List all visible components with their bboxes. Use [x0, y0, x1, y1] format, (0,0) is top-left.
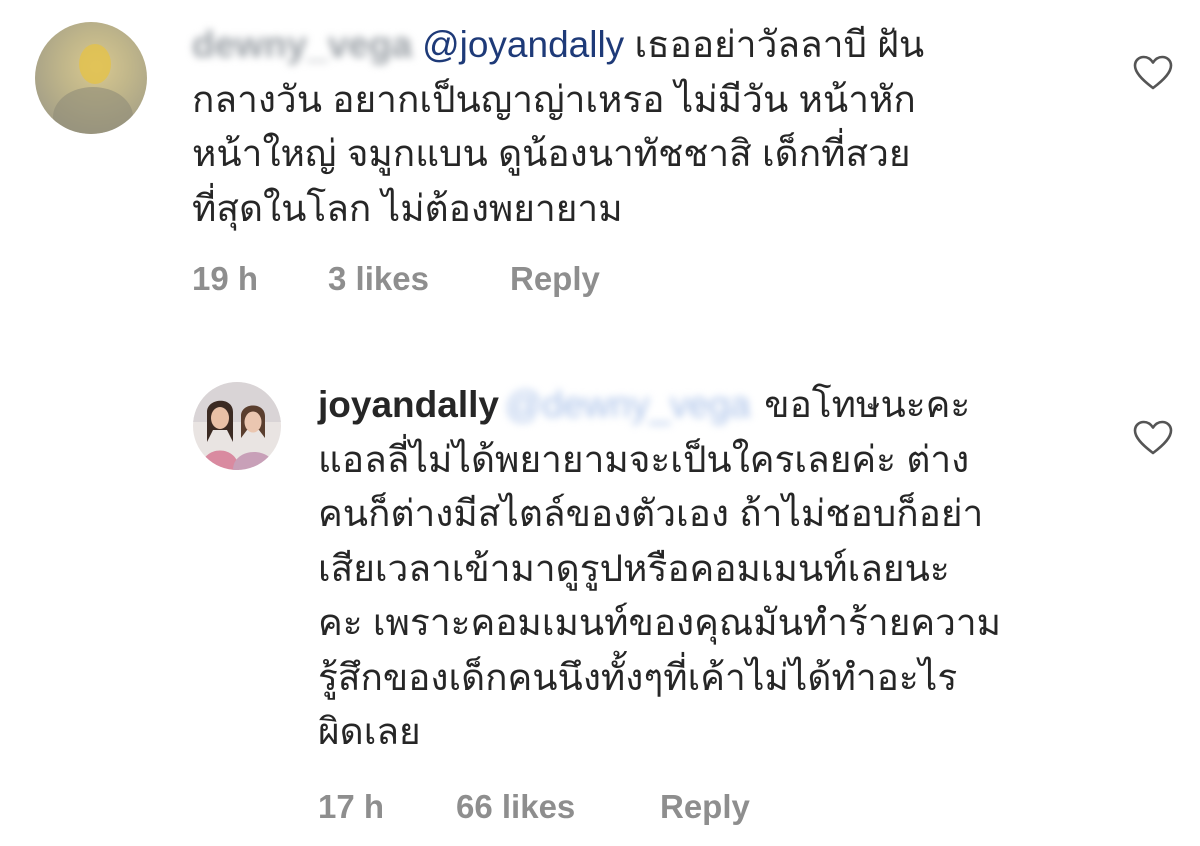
- heart-outline-icon[interactable]: [1133, 55, 1173, 91]
- comment-1: dewny_vega @joyandally เธออย่าวัลลาบี ฝัน…: [0, 0, 1200, 330]
- mention-link[interactable]: @joyandally: [422, 24, 624, 65]
- commenter-avatar[interactable]: [35, 22, 147, 134]
- comment-line-4: เสียเวลาเข้ามาดูรูปหรือคอมเมนท์เลยนะ: [318, 547, 950, 589]
- blurred-avatar-image: [35, 22, 147, 134]
- likes-count[interactable]: 3 likes: [328, 260, 510, 298]
- comment-line-7: ผิดเลย: [318, 711, 421, 752]
- comment-line-6: รู้สึกของเด็กคนนึงทั้งๆที่เค้าไม่ได้ทำอะ…: [318, 656, 958, 698]
- mention-blurred[interactable]: @dewny_vega: [505, 378, 750, 433]
- comment-line-5: คะ เพราะคอมเมนท์ของคุณมันทำร้ายความ: [318, 602, 1002, 643]
- comment-meta: 17 h 66 likes Reply: [318, 788, 750, 826]
- timestamp[interactable]: 19 h: [192, 260, 328, 298]
- avatar-photo-image: [193, 382, 281, 470]
- likes-count[interactable]: 66 likes: [456, 788, 660, 826]
- comment-line-3: คนก็ต่างมีสไตล์ของตัวเอง ถ้าไม่ชอบก็อย่า: [318, 493, 984, 534]
- comment-text-segment: ขอโทษนะคะ: [764, 384, 971, 425]
- comment-line-2: แอลลี่ไม่ได้พยายามจะเป็นใครเลยค่ะ ต่าง: [318, 438, 970, 480]
- reply-button[interactable]: Reply: [660, 788, 750, 826]
- username-link[interactable]: joyandally: [318, 384, 499, 425]
- comment-text-segment: เธออย่าวัลลาบี ฝัน: [634, 24, 925, 65]
- comment-text: joyandally @dewny_vega ขอโทษนะคะ แอลลี่ไม่…: [318, 378, 1118, 760]
- comment-line-2: กลางวัน อยากเป็นญาญ่าเหรอ ไม่มีวัน หน้าห…: [192, 78, 916, 120]
- comment-line-3: หน้าใหญ่ จมูกแบน ดูน้องนาทัชชาสิ เด็กที่…: [192, 133, 911, 174]
- comment-text: dewny_vega @joyandally เธออย่าวัลลาบี ฝัน…: [192, 18, 1092, 236]
- timestamp[interactable]: 17 h: [318, 788, 456, 826]
- heart-outline-icon[interactable]: [1133, 420, 1173, 456]
- comment-line-1: dewny_vega @joyandally เธออย่าวัลลาบี ฝัน: [192, 18, 1092, 73]
- comment-line-1: joyandally @dewny_vega ขอโทษนะคะ: [318, 378, 1118, 433]
- reply-button[interactable]: Reply: [510, 260, 600, 298]
- comment-line-4: ที่สุดในโลก ไม่ต้องพยายาม: [192, 187, 623, 229]
- comment-meta: 19 h 3 likes Reply: [192, 260, 600, 298]
- username-blurred[interactable]: dewny_vega: [192, 18, 412, 73]
- comment-2: joyandally @dewny_vega ขอโทษนะคะ แอลลี่ไม่…: [0, 360, 1200, 846]
- commenter-avatar[interactable]: [193, 382, 281, 470]
